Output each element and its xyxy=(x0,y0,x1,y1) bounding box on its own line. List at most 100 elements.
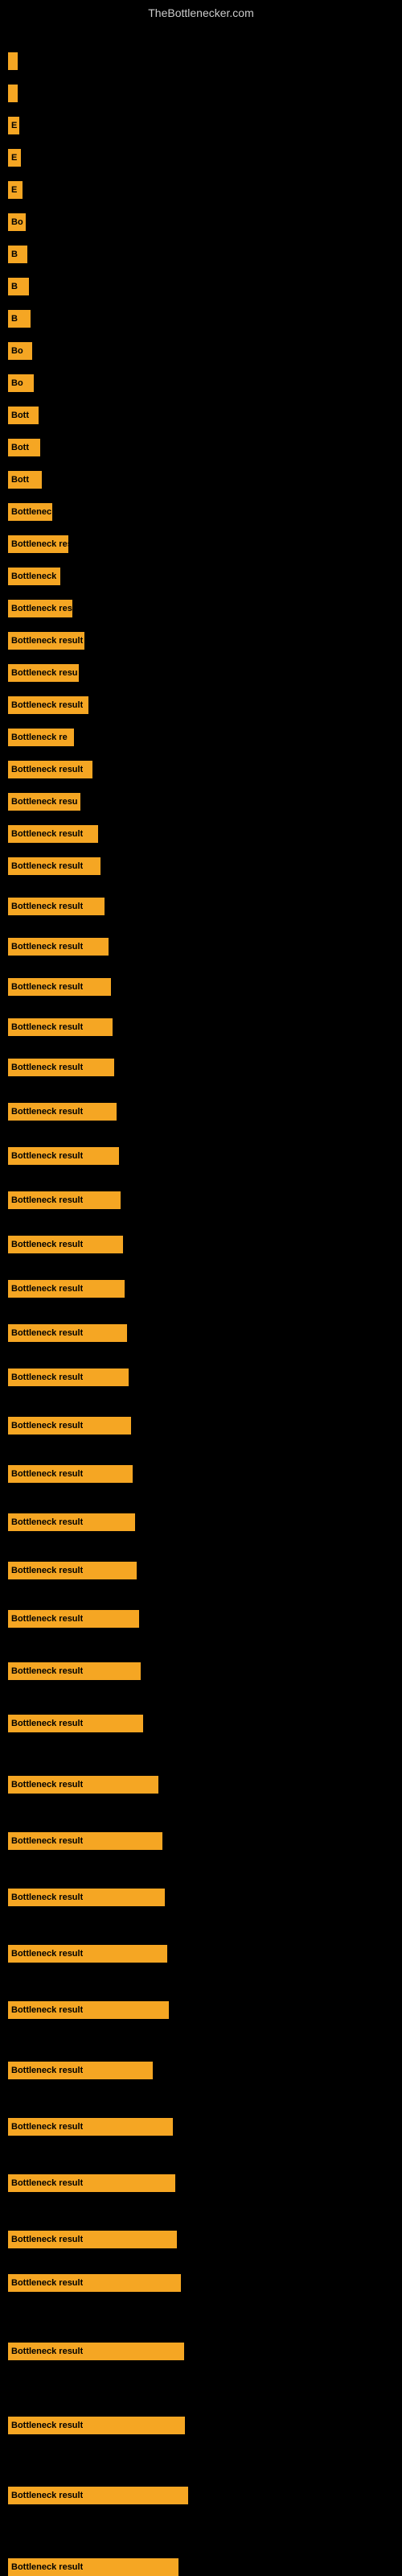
bar-label: Bo xyxy=(11,217,23,227)
bar-row: B xyxy=(8,246,27,263)
bar-label: Bott xyxy=(11,411,29,420)
bar-row: Bottleneck result xyxy=(8,978,111,996)
bar-row: Bottleneck result xyxy=(8,898,105,915)
bar-label: Bottleneck result xyxy=(11,1893,83,1902)
bar-label: Bottleneck result xyxy=(11,861,83,871)
bar: Bottleneck result xyxy=(8,1832,162,1850)
bar: Bottleneck result xyxy=(8,1147,119,1165)
bar-row: Bottleneck resu xyxy=(8,793,80,811)
bar: Bottleneck result xyxy=(8,1059,114,1076)
bar-label: Bottleneck result xyxy=(11,1195,83,1205)
bar-row: Bottleneck result xyxy=(8,1368,129,1386)
bar-row: Bottleneck result xyxy=(8,1280,125,1298)
bar-row: Bott xyxy=(8,471,42,489)
bar: Bottlenec xyxy=(8,503,52,521)
bar-label: Bottleneck resu xyxy=(11,668,78,678)
bar-row: Bottleneck xyxy=(8,568,60,585)
bar-label: Bo xyxy=(11,378,23,388)
bar: Bottleneck resu xyxy=(8,793,80,811)
bar-label: Bottleneck res xyxy=(11,539,68,549)
bar: Bottleneck result xyxy=(8,1103,117,1121)
bar: Bottleneck result xyxy=(8,696,88,714)
bar-row: Bottleneck result xyxy=(8,2118,173,2136)
bar-row: Bottleneck result xyxy=(8,1562,137,1579)
bar: Bottleneck result xyxy=(8,1280,125,1298)
bar-row: Bottleneck result xyxy=(8,1059,114,1076)
bar-row: Bottleneck result xyxy=(8,1103,117,1121)
bar-label: Bottleneck result xyxy=(11,2178,83,2188)
bar-row: Bottleneck result xyxy=(8,1889,165,1906)
bar-label: Bottleneck result xyxy=(11,1517,83,1527)
bar: Bottleneck result xyxy=(8,1776,158,1794)
bar: Bottleneck resu xyxy=(8,600,72,617)
bar-label: Bottleneck result xyxy=(11,1666,83,1676)
bar: Bottleneck result xyxy=(8,1236,123,1253)
bar-label: Bottleneck result xyxy=(11,1719,83,1728)
bar: Bottleneck result xyxy=(8,2558,178,2576)
bar: Bottleneck result xyxy=(8,2062,153,2079)
bar-label: Bottleneck xyxy=(11,572,56,581)
bar: Bott xyxy=(8,439,40,456)
bar-label: Bottleneck result xyxy=(11,1328,83,1338)
bar-row: B xyxy=(8,278,29,295)
bar-row: Bottlenec xyxy=(8,503,52,521)
bar-row: Bottleneck result xyxy=(8,1513,135,1531)
bar: E xyxy=(8,149,21,167)
bar-row: Bottleneck result xyxy=(8,2274,181,2292)
bar: Bottleneck result xyxy=(8,978,111,996)
bar: Bottleneck result xyxy=(8,1562,137,1579)
bar: Bottleneck result xyxy=(8,2274,181,2292)
bar: Bottleneck result xyxy=(8,857,100,875)
bar-row: Bottleneck result xyxy=(8,1832,162,1850)
bar-label: Bottleneck result xyxy=(11,1780,83,1790)
bar-row: Bottleneck result xyxy=(8,825,98,843)
bar-label: Bottleneck result xyxy=(11,1107,83,1117)
bar: Bo xyxy=(8,213,26,231)
bar-label: Bottleneck result xyxy=(11,2562,83,2572)
bar-label: Bottleneck result xyxy=(11,2278,83,2288)
bar: Bottleneck result xyxy=(8,898,105,915)
bar-label: Bottleneck result xyxy=(11,1284,83,1294)
bar-row: Bottleneck result xyxy=(8,938,109,956)
bar-row: B xyxy=(8,310,31,328)
bar-label: Bottlenec xyxy=(11,507,51,517)
bar-label: Bottleneck result xyxy=(11,2235,83,2244)
bar-row: Bottleneck result xyxy=(8,1715,143,1732)
bar-row: Bottleneck result xyxy=(8,2558,178,2576)
bar-label: B xyxy=(11,282,18,291)
bar: Bottleneck result xyxy=(8,2174,175,2192)
bar-row: Bottleneck resu xyxy=(8,600,72,617)
bar-row: Bottleneck result xyxy=(8,2343,184,2360)
bar-row: E xyxy=(8,149,21,167)
bar: Bottleneck result xyxy=(8,938,109,956)
bar-label: Bottleneck result xyxy=(11,1022,83,1032)
bar-row: Bottleneck result xyxy=(8,696,88,714)
site-title: TheBottlenecker.com xyxy=(0,0,402,23)
bar-label: Bottleneck result xyxy=(11,636,83,646)
bar-row: Bottleneck result xyxy=(8,1776,158,1794)
bar: Bottleneck result xyxy=(8,2343,184,2360)
bar: E xyxy=(8,181,23,199)
bar xyxy=(8,85,18,102)
bar-row: Bottleneck result xyxy=(8,632,84,650)
bar-label: Bottleneck result xyxy=(11,1063,83,1072)
bar-row: Bottleneck result xyxy=(8,2417,185,2434)
bar: Bottleneck result xyxy=(8,2001,169,2019)
bar: E xyxy=(8,117,19,134)
bar: Bott xyxy=(8,471,42,489)
bar-label: Bottleneck result xyxy=(11,700,83,710)
bar: Bottleneck resu xyxy=(8,664,79,682)
bar-label: Bottleneck result xyxy=(11,2491,83,2500)
bar-label: Bottleneck result xyxy=(11,1373,83,1382)
bar-row: Bo xyxy=(8,374,34,392)
bar: Bo xyxy=(8,342,32,360)
bar-row: Bottleneck result xyxy=(8,1945,167,1963)
bar-label: Bottleneck result xyxy=(11,902,83,911)
bar-row: Bo xyxy=(8,213,26,231)
bars-container: EEEBoBBBBoBoBottBottBottBottlenecBottlen… xyxy=(0,24,402,2576)
bar-row: Bottleneck result xyxy=(8,857,100,875)
bar-row: Bottleneck result xyxy=(8,1465,133,1483)
bar-row: Bottleneck result xyxy=(8,1147,119,1165)
bar: Bottleneck result xyxy=(8,2231,177,2248)
bar-row: Bottleneck result xyxy=(8,1018,113,1036)
